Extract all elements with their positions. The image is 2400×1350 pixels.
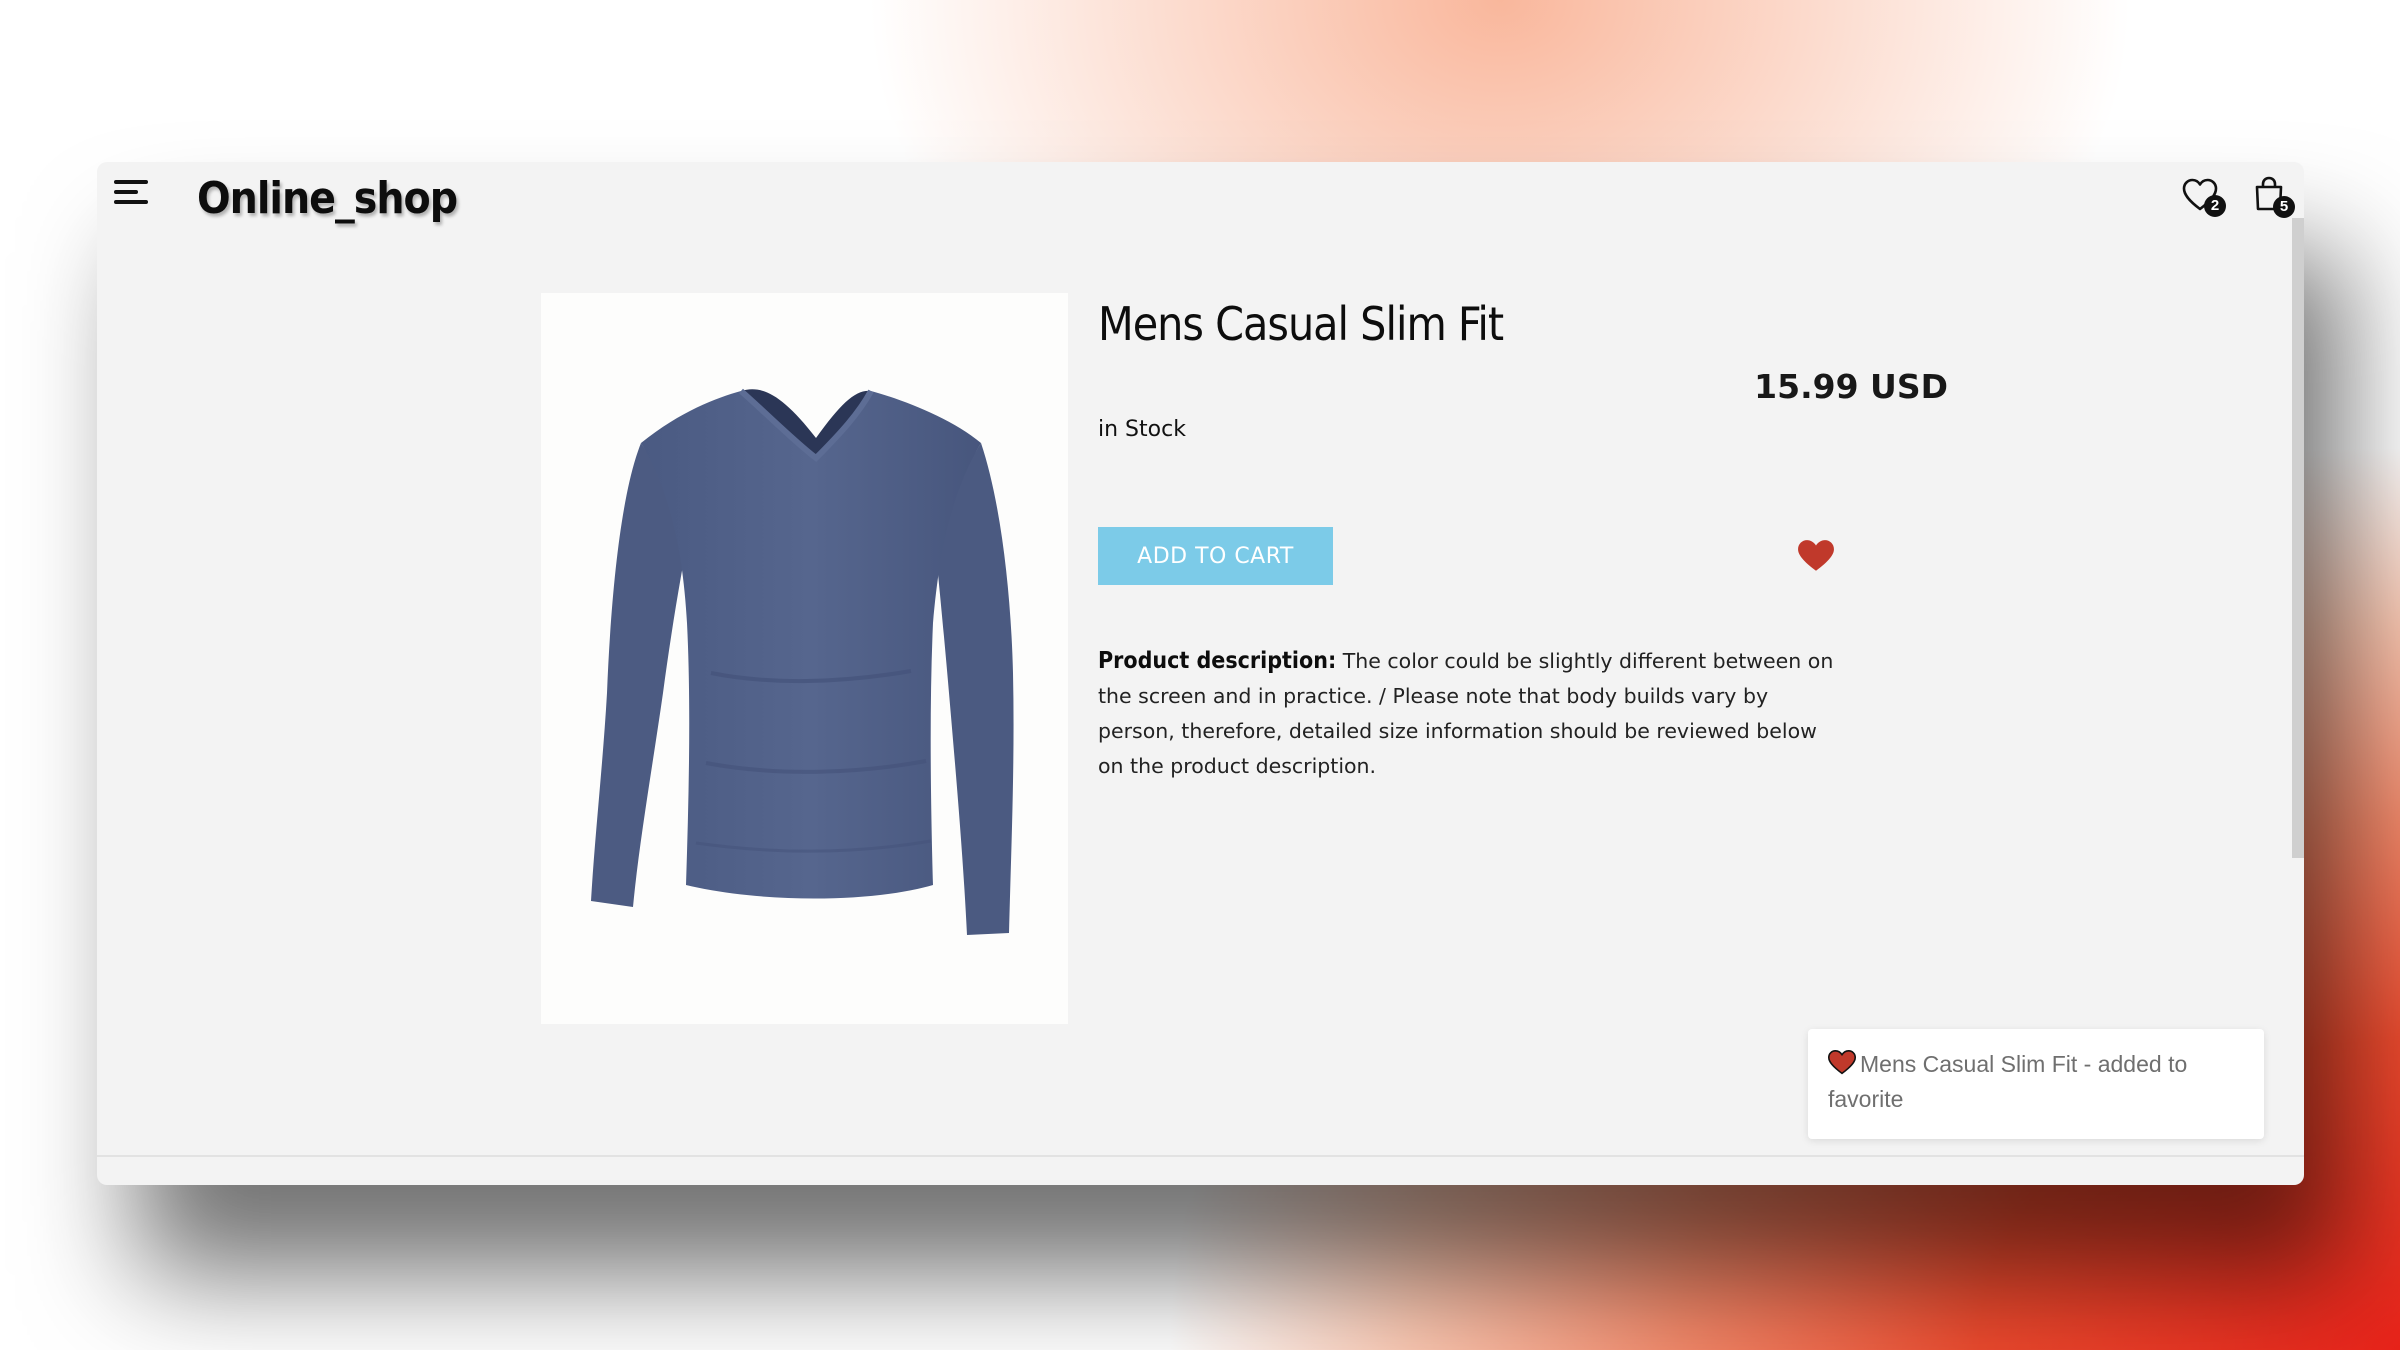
favorite-toggle[interactable] (1797, 539, 1835, 573)
favorite-toast: Mens Casual Slim Fit - added to favorite (1808, 1029, 2264, 1139)
product-description: Product description: The color could be … (1098, 644, 1838, 784)
hamburger-menu-icon[interactable] (114, 176, 148, 208)
heart-filled-icon (1798, 540, 1834, 571)
shirt-illustration (591, 388, 1014, 935)
add-to-cart-button[interactable]: ADD TO CART (1098, 527, 1333, 585)
scrollbar-thumb[interactable] (2292, 218, 2304, 858)
product-title: Mens Casual Slim Fit (1098, 297, 1504, 351)
cart-count-badge: 5 (2273, 196, 2295, 218)
cart-button[interactable]: 5 (2254, 174, 2302, 222)
browser-window: Online_shop 2 5 Mens Casual Slim Fit 15.… (97, 162, 2304, 1185)
description-label: Product description: (1098, 648, 1337, 674)
product-price: 15.99 USD (1754, 367, 1948, 406)
heart-filled-icon (1828, 1050, 1856, 1075)
footer-divider (97, 1155, 2304, 1157)
brand-logo[interactable]: Online_shop (197, 166, 458, 232)
product-image (541, 293, 1068, 1024)
header: Online_shop 2 5 (97, 162, 2304, 232)
favorites-button[interactable]: 2 (2182, 174, 2230, 222)
stock-status: in Stock (1098, 417, 1186, 442)
toast-message: Mens Casual Slim Fit - added to favorite (1828, 1051, 2188, 1112)
favorites-count-badge: 2 (2204, 195, 2226, 217)
